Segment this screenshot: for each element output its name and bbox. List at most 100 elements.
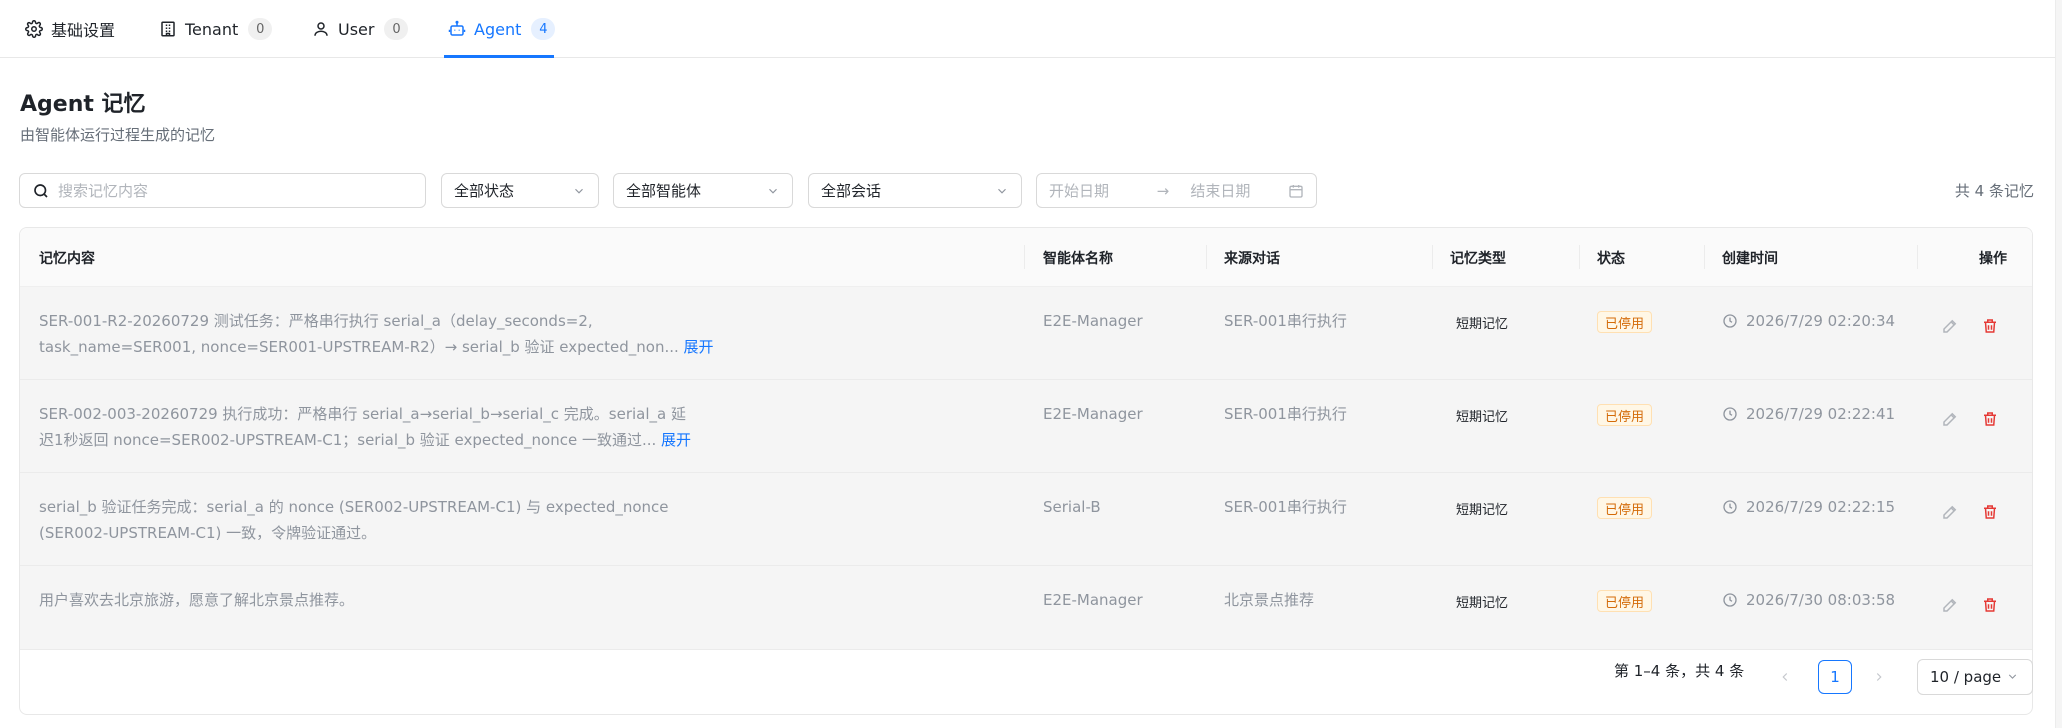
source-conversation: SER-001串行执行	[1224, 312, 1347, 330]
memory-content-line: (SER002-UPSTREAM-C1) 一致，令牌验证通过。	[39, 524, 377, 542]
chevron-down-icon	[766, 184, 780, 198]
edit-icon[interactable]	[1941, 503, 1961, 523]
created-time: 2026/7/29 02:20:34	[1722, 308, 1895, 334]
memory-content-line: serial_b 验证任务完成：serial_a 的 nonce (SER002…	[39, 498, 669, 516]
end-date-input[interactable]: 结束日期	[1190, 180, 1288, 201]
status-select[interactable]: 全部状态	[441, 173, 599, 208]
vertical-scrollbar[interactable]	[2055, 0, 2062, 728]
clock-icon	[1722, 499, 1738, 515]
memory-content: serial_b 验证任务完成：serial_a 的 nonce (SER002…	[39, 494, 729, 546]
memory-content-line: 用户喜欢去北京旅游，愿意了解北京景点推荐。	[39, 591, 355, 609]
table-row[interactable]: SER-002-003-20260729 执行成功：严格串行 serial_a→…	[20, 380, 2032, 473]
agent-name: E2E-Manager	[1043, 312, 1143, 330]
created-time: 2026/7/29 02:22:41	[1722, 401, 1895, 427]
column-divider	[1704, 245, 1705, 269]
chevron-down-icon	[2006, 670, 2020, 684]
search-input[interactable]	[58, 181, 413, 200]
table-row[interactable]: serial_b 验证任务完成：serial_a 的 nonce (SER002…	[20, 473, 2032, 566]
column-header-type: 记忆类型	[1450, 250, 1506, 267]
date-range-picker[interactable]: 开始日期 → 结束日期	[1036, 173, 1317, 208]
created-time: 2026/7/30 08:03:58	[1722, 587, 1895, 613]
created-time: 2026/7/29 02:22:15	[1722, 494, 1895, 520]
source-conversation: SER-001串行执行	[1224, 498, 1347, 516]
gear-icon	[25, 20, 43, 38]
created-time-text: 2026/7/29 02:22:15	[1746, 498, 1896, 516]
page-subtitle: 由智能体运行过程生成的记忆	[20, 126, 216, 144]
building-icon	[159, 20, 177, 38]
tab-label: User	[338, 19, 375, 39]
chevron-down-icon	[995, 184, 1009, 198]
column-divider	[1206, 245, 1207, 269]
robot-icon	[448, 20, 466, 38]
session-select-value: 全部会话	[821, 182, 882, 200]
tab-user[interactable]: User 0	[312, 0, 409, 58]
user-icon	[312, 20, 330, 38]
page-title: Agent 记忆	[20, 92, 146, 117]
status-badge: 已停用	[1597, 311, 1653, 333]
page-size-value: 10 / page	[1930, 668, 2002, 686]
table-header: 记忆内容 智能体名称 来源对话 记忆类型 状态 创建时间 操作	[20, 228, 2032, 287]
edit-icon[interactable]	[1941, 596, 1961, 616]
agent-name: Serial-B	[1043, 498, 1101, 516]
pagination-page-button[interactable]: 1	[1818, 660, 1852, 694]
tab-count-badge: 0	[384, 18, 409, 40]
delete-icon[interactable]	[1981, 503, 2001, 523]
expand-link[interactable]: 展开	[661, 431, 691, 449]
delete-icon[interactable]	[1981, 596, 2001, 616]
column-header-agent: 智能体名称	[1043, 250, 1113, 267]
tab-agent[interactable]: Agent 4	[448, 0, 556, 58]
calendar-icon	[1288, 183, 1304, 199]
table-row[interactable]: SER-001-R2-20260729 测试任务：严格串行执行 serial_a…	[20, 287, 2032, 380]
memory-content: SER-001-R2-20260729 测试任务：严格串行执行 serial_a…	[39, 308, 729, 360]
memory-type-tag: 短期记忆	[1456, 595, 1509, 611]
created-time-text: 2026/7/30 08:03:58	[1746, 591, 1896, 609]
total-count: 共 4 条记忆	[1954, 182, 2034, 200]
pagination-summary: 第 1–4 条，共 4 条	[1614, 662, 1745, 680]
session-select[interactable]: 全部会话	[808, 173, 1022, 208]
tab-tenant[interactable]: Tenant 0	[159, 0, 273, 58]
tab-label: 基础设置	[51, 21, 116, 40]
memory-content: 用户喜欢去北京旅游，愿意了解北京景点推荐。	[39, 587, 729, 613]
edit-icon[interactable]	[1941, 410, 1961, 430]
memory-content: SER-002-003-20260729 执行成功：严格串行 serial_a→…	[39, 401, 729, 453]
source-conversation: SER-001串行执行	[1224, 405, 1347, 423]
expand-link[interactable]: 展开	[684, 338, 714, 356]
edit-icon[interactable]	[1941, 317, 1961, 337]
chevron-left-icon	[1778, 670, 1792, 684]
status-badge: 已停用	[1597, 404, 1653, 426]
date-range-arrow: →	[1156, 181, 1170, 200]
column-header-created: 创建时间	[1722, 250, 1778, 267]
page-size-select[interactable]: 10 / page	[1917, 659, 2033, 695]
agent-select[interactable]: 全部智能体	[613, 173, 793, 208]
chevron-right-icon	[1872, 670, 1886, 684]
tab-label: Agent	[474, 19, 522, 39]
memory-content-line: SER-002-003-20260729 执行成功：严格串行 serial_a→…	[39, 405, 686, 423]
memory-content-line: SER-001-R2-20260729 测试任务：严格串行执行 serial_a…	[39, 312, 593, 330]
chevron-down-icon	[572, 184, 586, 198]
status-badge: 已停用	[1597, 590, 1653, 612]
column-header-actions: 操作	[1979, 250, 2007, 267]
tab-basic-settings[interactable]: 基础设置	[25, 0, 115, 58]
tab-count-badge: 4	[531, 18, 556, 40]
memory-content-line: 迟1秒返回 nonce=SER002-UPSTREAM-C1；serial_b …	[39, 431, 657, 449]
source-conversation: 北京景点推荐	[1224, 591, 1315, 609]
delete-icon[interactable]	[1981, 410, 2001, 430]
agent-name: E2E-Manager	[1043, 405, 1143, 423]
pagination-prev-button[interactable]	[1772, 664, 1798, 690]
memory-content-line: task_name=SER001, nonce=SER001-UPSTREAM-…	[39, 338, 679, 356]
start-date-input[interactable]: 开始日期	[1049, 180, 1147, 201]
agent-name: E2E-Manager	[1043, 591, 1143, 609]
active-tab-indicator	[444, 55, 554, 58]
memory-table: 记忆内容 智能体名称 来源对话 记忆类型 状态 创建时间 操作 SER-001-…	[19, 227, 2033, 715]
clock-icon	[1722, 313, 1738, 329]
top-tabs: 基础设置 Tenant 0 User 0 Agent 4	[0, 0, 2062, 58]
column-header-source: 来源对话	[1224, 250, 1280, 267]
memory-type-tag: 短期记忆	[1456, 502, 1509, 518]
tab-count-badge: 0	[248, 18, 273, 40]
table-row[interactable]: 用户喜欢去北京旅游，愿意了解北京景点推荐。 E2E-Manager 北京景点推荐…	[20, 566, 2032, 650]
pagination-next-button[interactable]	[1866, 664, 1892, 690]
agent-select-value: 全部智能体	[626, 182, 702, 200]
delete-icon[interactable]	[1981, 317, 2001, 337]
column-divider	[1917, 245, 1918, 269]
column-header-status: 状态	[1597, 250, 1625, 267]
